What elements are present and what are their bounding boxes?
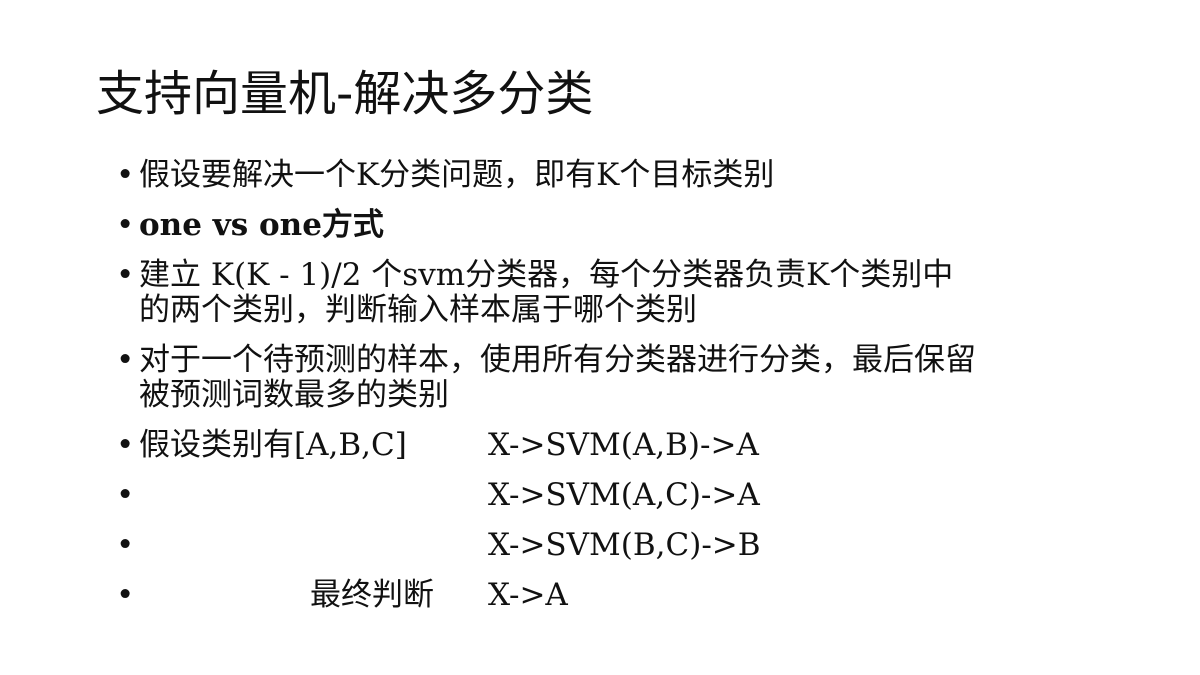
bullet-item: • X->SVM(A,C)->A — [112, 478, 992, 513]
bullet-item: • X->SVM(B,C)->B — [112, 528, 992, 563]
slide: 支持向量机-解决多分类 • 假设要解决一个K分类问题，即有K个目标类别 • on… — [0, 0, 1200, 675]
bullet-dot: • — [116, 527, 135, 563]
bullet-value: X->SVM(A,B)->A — [488, 427, 759, 463]
bullet-list: • 假设要解决一个K分类问题，即有K个目标类别 • one vs one方式 •… — [112, 158, 992, 628]
bullet-item: • one vs one方式 — [112, 208, 992, 243]
bullet-dot: • — [116, 477, 135, 513]
bullet-value: X->A — [488, 577, 568, 613]
bullet-dot: • — [116, 207, 135, 243]
bullet-dot: • — [116, 427, 135, 463]
bullet-dot: • — [116, 157, 135, 193]
bullet-dot: • — [116, 342, 135, 378]
bullet-value: X->SVM(B,C)->B — [488, 527, 761, 563]
bullet-item: • 建立 K(K - 1)/2 个svm分类器，每个分类器负责K个类别中的两个类… — [112, 258, 979, 328]
bullet-dot: • — [116, 577, 135, 613]
bullet-text: 对于一个待预测的样本，使用所有分类器进行分类，最后保留被预测词数最多的类别 — [139, 342, 976, 413]
bullet-label: 假设类别有[A,B,C] — [139, 427, 407, 463]
bullet-item: • 最终判断 X->A — [112, 578, 992, 613]
bullet-item: • 对于一个待预测的样本，使用所有分类器进行分类，最后保留被预测词数最多的类别 — [112, 343, 979, 413]
bullet-dot: • — [116, 257, 135, 293]
bullet-value: X->SVM(A,C)->A — [488, 477, 760, 513]
bullet-item: • 假设要解决一个K分类问题，即有K个目标类别 — [112, 158, 992, 193]
bullet-label: 最终判断 — [310, 577, 434, 613]
slide-title: 支持向量机-解决多分类 — [96, 66, 594, 122]
bullet-text: 假设要解决一个K分类问题，即有K个目标类别 — [139, 157, 775, 193]
bullet-text: 建立 K(K - 1)/2 个svm分类器，每个分类器负责K个类别中的两个类别，… — [139, 257, 954, 328]
bullet-item: • 假设类别有[A,B,C] X->SVM(A,B)->A — [112, 428, 992, 463]
bullet-text: one vs one方式 — [139, 207, 384, 243]
